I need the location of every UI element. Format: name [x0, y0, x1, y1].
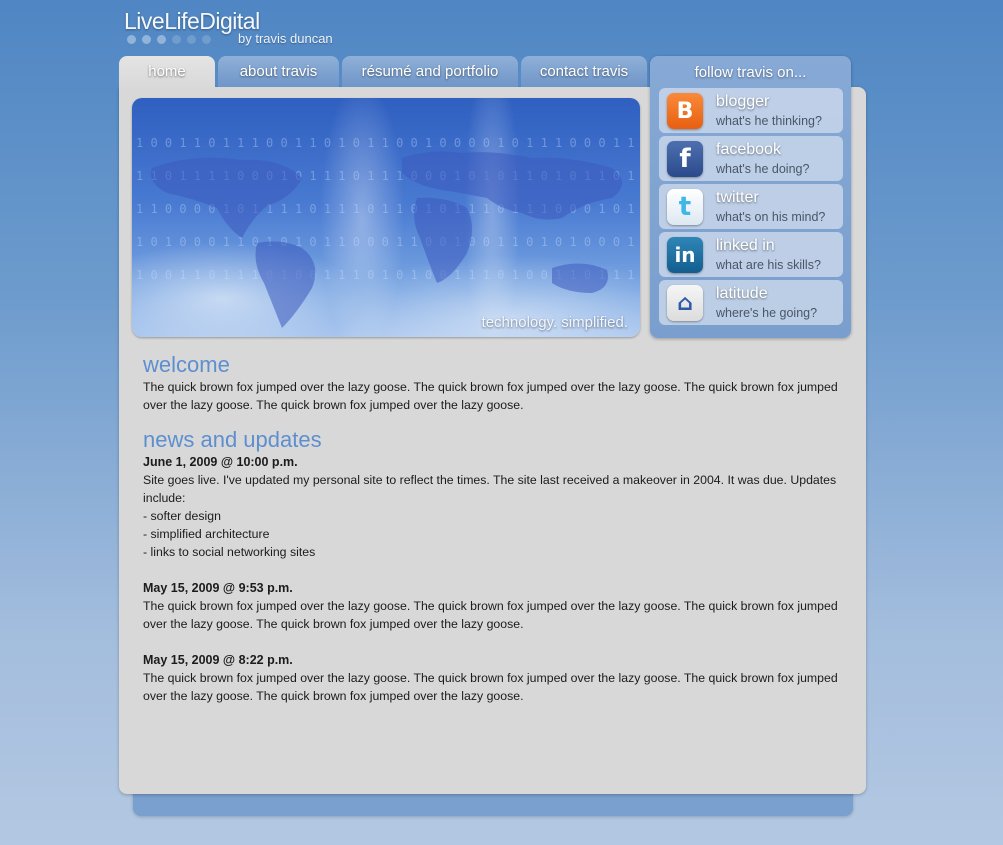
social-link-facebook[interactable]: f facebook what's he doing? — [659, 136, 843, 181]
social-desc: what are his skills? — [716, 258, 821, 272]
social-desc: where's he going? — [716, 306, 818, 320]
logo-dots — [127, 35, 211, 44]
site-logo[interactable]: LiveLifeDigital by travis duncan — [124, 8, 333, 46]
social-desc: what's he doing? — [716, 162, 810, 176]
linkedin-icon: in — [667, 237, 703, 273]
world-map-graphic — [151, 151, 622, 328]
tab-contact-travis[interactable]: contact travis — [521, 56, 647, 87]
hero-banner: 1 0 0 1 1 0 1 1 1 0 0 1 1 0 1 0 1 1 0 0 … — [132, 98, 640, 337]
entry-date: May 15, 2009 @ 8:22 p.m. — [143, 653, 293, 667]
entry-text: Site goes live. I've updated my personal… — [143, 473, 837, 505]
news-entry: June 1, 2009 @ 10:00 p.m. Site goes live… — [143, 453, 843, 561]
site-byline: by travis duncan — [238, 31, 333, 46]
news-entry: May 15, 2009 @ 8:22 p.m. The quick brown… — [143, 651, 843, 705]
social-name: latitude — [716, 285, 768, 302]
entry-text: The quick brown fox jumped over the lazy… — [143, 671, 838, 703]
hero-tagline: technology. simplified. — [481, 314, 628, 331]
list-item: - links to social networking sites — [143, 545, 316, 559]
social-link-latitude[interactable]: ⌂ latitude where's he going? — [659, 280, 843, 325]
welcome-heading: welcome — [143, 352, 230, 377]
list-item: - simplified architecture — [143, 527, 270, 541]
entry-date: May 15, 2009 @ 9:53 p.m. — [143, 581, 293, 595]
social-name: linked in — [716, 237, 775, 254]
social-desc: what's on his mind? — [716, 210, 826, 224]
tab-about-travis[interactable]: about travis — [218, 56, 339, 87]
social-link-linkedin[interactable]: in linked in what are his skills? — [659, 232, 843, 277]
social-name: blogger — [716, 93, 770, 110]
blogger-icon: B — [667, 93, 703, 129]
welcome-text: The quick brown fox jumped over the lazy… — [143, 380, 838, 412]
entry-date: June 1, 2009 @ 10:00 p.m. — [143, 455, 298, 469]
news-heading: news and updates — [143, 427, 322, 452]
follow-panel: follow travis on... B blogger what's he … — [650, 56, 851, 338]
entry-text: The quick brown fox jumped over the lazy… — [143, 599, 838, 631]
main-content: welcome The quick brown fox jumped over … — [143, 352, 843, 705]
follow-title: follow travis on... — [694, 64, 807, 81]
social-name: facebook — [716, 141, 781, 158]
latitude-icon: ⌂ — [667, 285, 703, 321]
tab-home[interactable]: home — [119, 56, 215, 90]
update-list: - softer design - simplified architectur… — [143, 507, 843, 561]
news-entry: May 15, 2009 @ 9:53 p.m. The quick brown… — [143, 579, 843, 633]
list-item: - softer design — [143, 509, 221, 523]
tab-resume-and-portfolio[interactable]: résumé and portfolio — [342, 56, 518, 87]
twitter-icon: t — [667, 189, 703, 225]
social-link-twitter[interactable]: t twitter what's on his mind? — [659, 184, 843, 229]
social-link-blogger[interactable]: B blogger what's he thinking? — [659, 88, 843, 133]
social-desc: what's he thinking? — [716, 114, 822, 128]
social-name: twitter — [716, 189, 759, 206]
facebook-icon: f — [667, 141, 703, 177]
